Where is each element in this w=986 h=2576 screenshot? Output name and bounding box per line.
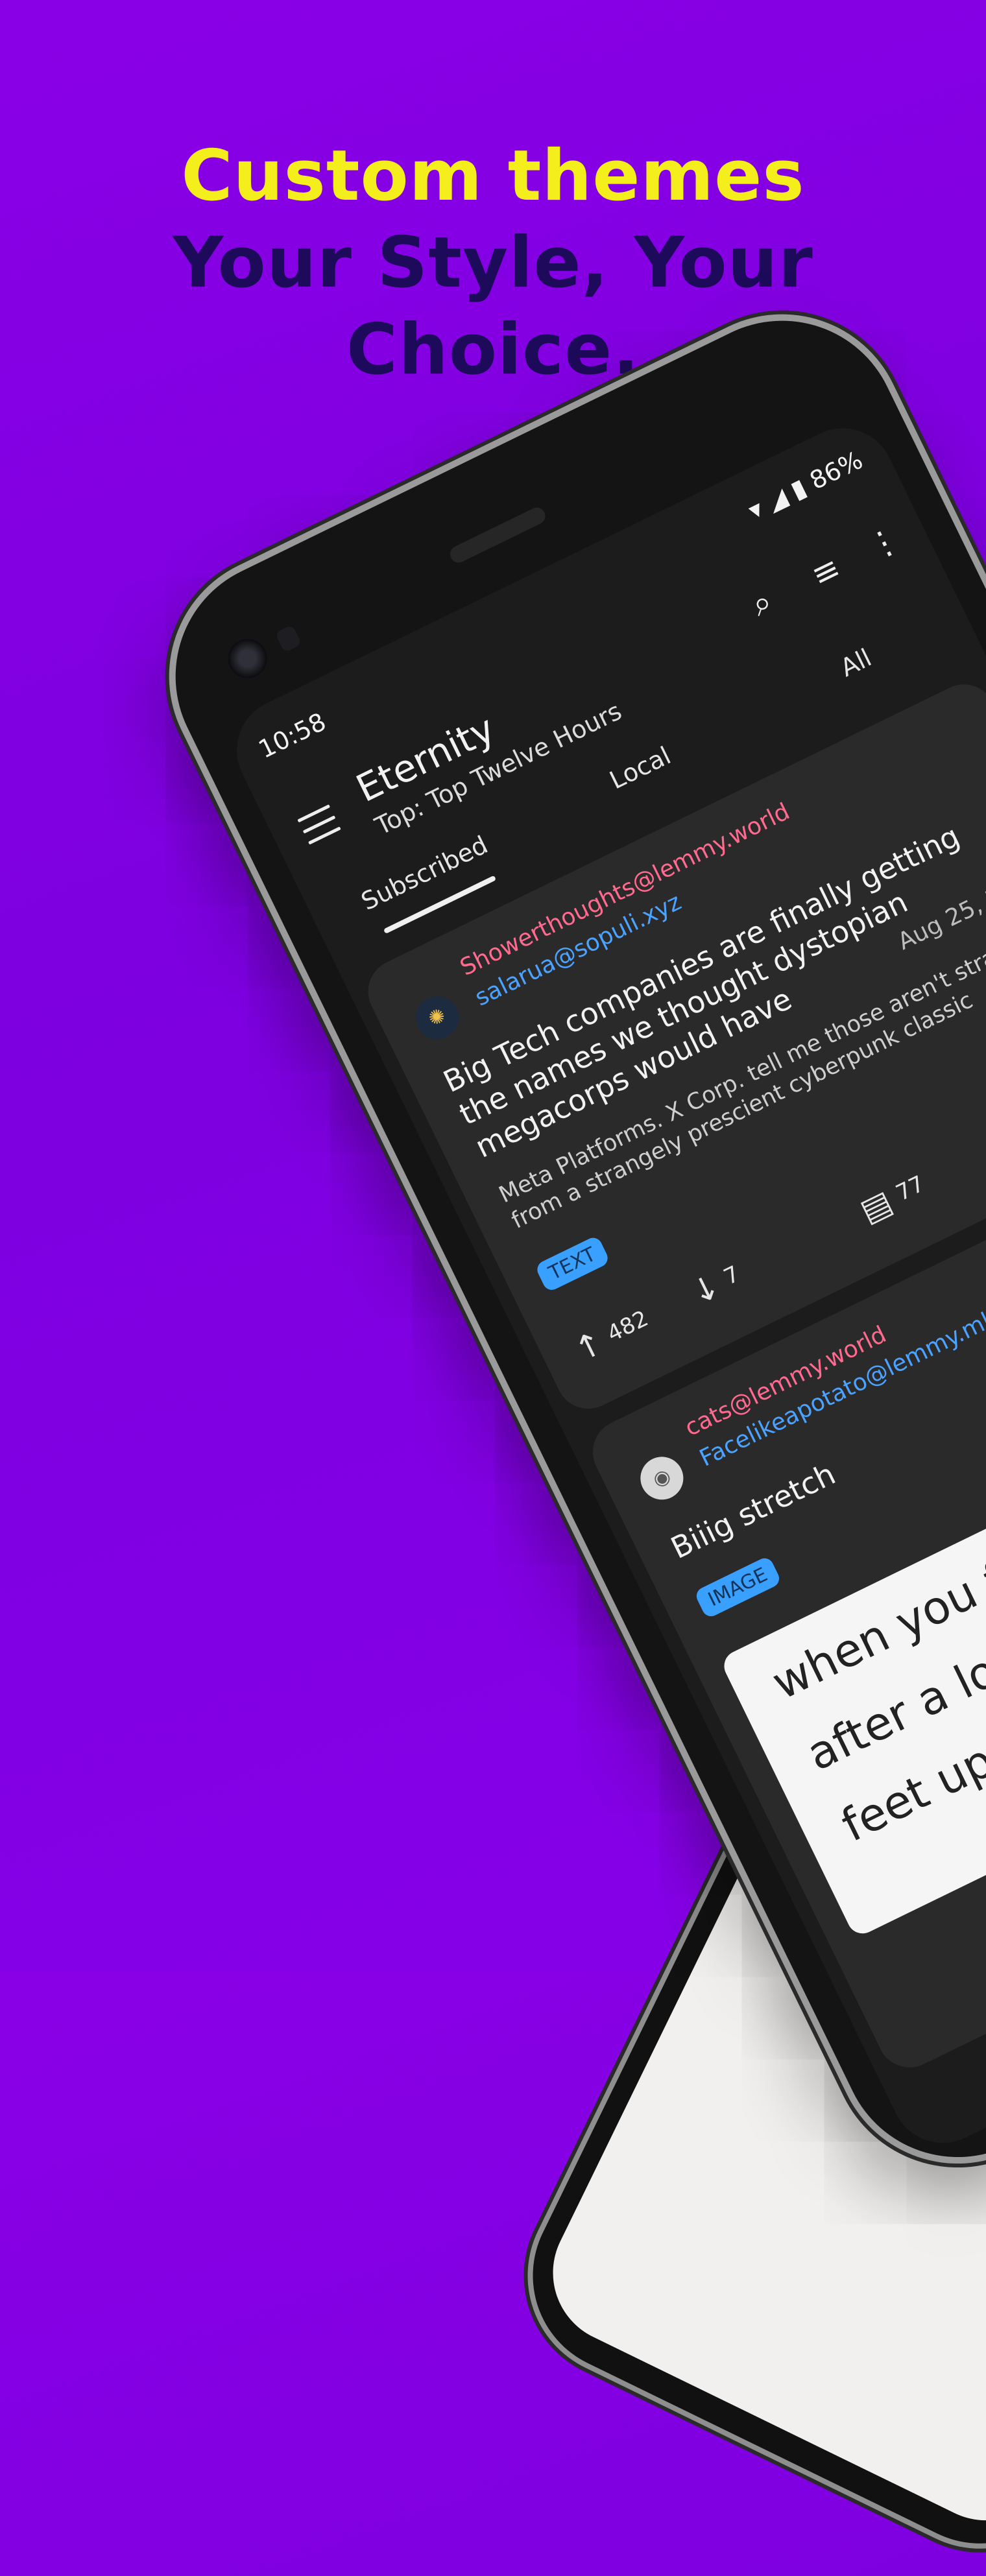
downvote-button[interactable]: ↓7 xyxy=(685,1256,747,1312)
front-camera xyxy=(221,632,274,685)
signal-icon: ◢ xyxy=(762,482,792,517)
avatar[interactable]: ✺ xyxy=(408,989,466,1047)
downvote-count: 7 xyxy=(719,1261,744,1291)
avatar[interactable]: ◉ xyxy=(633,1449,691,1507)
phone-device: 10:58 ▾ ◢ ▮ 86% Eternity Top: Top Twelve… xyxy=(136,281,986,2197)
earpiece-speaker xyxy=(447,505,548,566)
post-type-chip: TEXT xyxy=(534,1235,611,1293)
menu-icon[interactable] xyxy=(297,804,341,845)
battery-icon: ▮ xyxy=(786,473,811,505)
arrow-down-icon: ↓ xyxy=(685,1267,727,1313)
headline-line-1: Custom themes xyxy=(181,136,805,217)
comment-icon: ▤ xyxy=(854,1182,898,1230)
post-type-chip: IMAGE xyxy=(693,1555,782,1619)
phone-screen: 10:58 ▾ ◢ ▮ 86% Eternity Top: Top Twelve… xyxy=(219,411,986,2161)
upvote-button[interactable]: ↑482 xyxy=(568,1301,655,1369)
battery-percentage: 86% xyxy=(805,445,867,495)
arrow-up-icon: ↑ xyxy=(568,1323,610,1370)
search-icon[interactable]: ⌕ xyxy=(731,572,792,633)
more-vert-icon[interactable]: ⋮ xyxy=(854,512,915,573)
status-time: 10:58 xyxy=(254,707,331,764)
wifi-icon: ▾ xyxy=(743,494,768,525)
headline-line-2: Your Style, Your xyxy=(173,222,813,304)
comments-button[interactable]: ▤77 xyxy=(854,1167,932,1230)
proximity-sensor xyxy=(274,624,302,653)
upvote-count: 482 xyxy=(603,1305,653,1348)
comment-count: 77 xyxy=(892,1171,929,1207)
sort-icon[interactable]: ≡ xyxy=(795,541,856,602)
